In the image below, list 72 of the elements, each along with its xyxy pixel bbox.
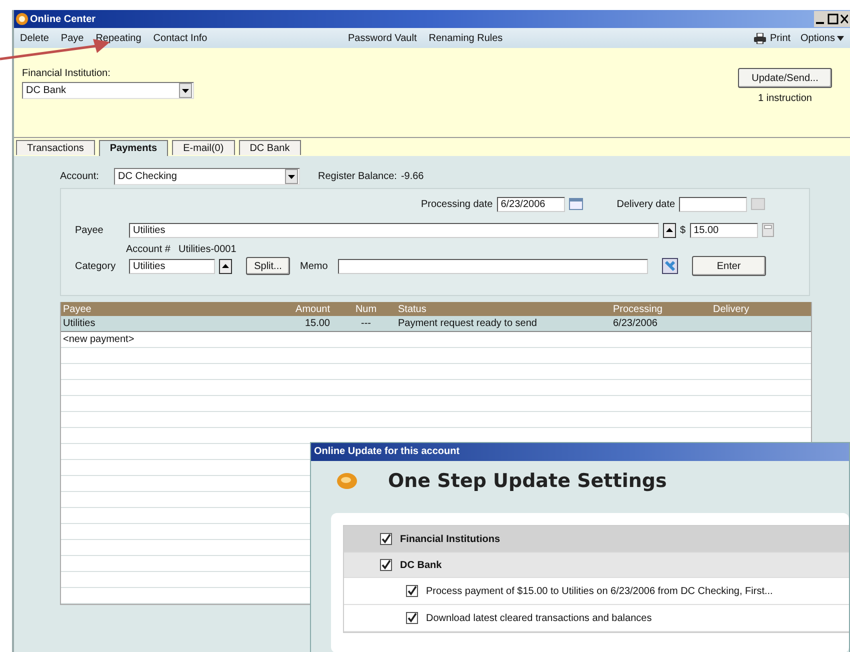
printer-icon xyxy=(754,32,766,44)
tab[interactable]: Payments xyxy=(98,140,168,156)
field-label: Financial Institution: xyxy=(22,68,112,79)
field-label: Payee xyxy=(75,224,104,236)
menu-item[interactable]: Contact Info xyxy=(153,32,208,44)
table-cell-text: 6/23/2006 xyxy=(612,318,658,329)
checkbox[interactable] xyxy=(406,612,418,624)
table-cell-text: --- xyxy=(360,318,372,329)
options-menu[interactable]: Options xyxy=(800,32,835,44)
table-cell-text: 15.00 xyxy=(304,318,331,329)
table-cell-text: Payment request ready to send xyxy=(397,318,538,329)
checkbox[interactable] xyxy=(406,585,418,597)
app-logo-icon xyxy=(16,13,28,25)
currency-symbol: $ xyxy=(680,224,686,236)
window-title: Online Center xyxy=(30,14,96,24)
amount-field[interactable]: 15.00 xyxy=(690,222,758,238)
tree-item-label: Download latest cleared transactions and balances xyxy=(426,612,652,624)
caret-icon xyxy=(837,36,844,40)
payee-field[interactable]: Utilities xyxy=(129,222,659,238)
menu-item[interactable]: Password Vault xyxy=(348,32,417,44)
table-row[interactable]: Utilities 15.00 --- Payment request ready to send 6/23/2006 xyxy=(61,316,811,332)
coin-icon xyxy=(336,472,358,490)
field-label: Processing date xyxy=(421,198,493,210)
instruction-count: 1 instruction xyxy=(758,93,812,104)
tab[interactable]: DC Bank xyxy=(238,140,301,155)
print-button[interactable]: Print xyxy=(770,32,791,44)
field-label: Account: xyxy=(60,170,100,182)
menu-item[interactable]: Renaming Rules xyxy=(428,32,503,44)
table-cell-text: <new payment> xyxy=(62,334,136,345)
menu-item[interactable]: Repeating xyxy=(96,32,142,44)
close-icon xyxy=(840,13,848,25)
tab[interactable]: Transactions xyxy=(16,140,95,155)
table-cell-text: Utilities xyxy=(62,318,96,329)
dialog-heading: One Step Update Settings xyxy=(388,470,667,492)
enter-button[interactable]: Enter xyxy=(692,256,766,276)
field-label: Register Balance: xyxy=(318,170,397,182)
category-field[interactable]: Utilities xyxy=(129,258,215,274)
table-row[interactable]: <new payment> xyxy=(61,332,811,348)
field-label: Category xyxy=(75,260,117,272)
tree-item-label: Financial Institutions xyxy=(400,534,500,544)
column-header[interactable]: Delivery xyxy=(711,304,809,314)
tab[interactable]: E-mail(0) xyxy=(172,140,235,155)
date-field[interactable]: 6/23/2006 xyxy=(496,196,565,212)
checkbox[interactable] xyxy=(380,533,392,545)
account-number: Utilities-0001 xyxy=(178,244,236,254)
memo-field[interactable] xyxy=(338,258,648,274)
balance-value: -9.66 xyxy=(400,170,424,182)
calendar-icon xyxy=(568,198,583,210)
minimize-icon xyxy=(816,22,824,24)
menu-item[interactable]: Delete xyxy=(20,32,49,44)
tree-item-label: DC Bank xyxy=(400,560,442,570)
date-field[interactable] xyxy=(679,196,748,212)
column-header[interactable]: Payee xyxy=(61,304,276,314)
memo-icon xyxy=(662,258,678,274)
column-header[interactable]: Num xyxy=(336,304,396,314)
column-header[interactable]: Amount xyxy=(276,304,336,314)
calculator-icon xyxy=(762,223,774,237)
calendar-icon xyxy=(751,198,766,210)
field-label: Delivery date xyxy=(616,198,676,210)
split-button[interactable]: Split... xyxy=(246,257,290,275)
column-header[interactable]: Processing xyxy=(611,304,711,314)
dialog-title: Online Update for this account xyxy=(311,443,849,461)
maximize-icon xyxy=(827,13,839,25)
account-dropdown[interactable]: DC Checking xyxy=(114,168,300,184)
institution-dropdown[interactable]: DC Bank xyxy=(22,82,194,99)
tree-item-label: Process payment of $15.00 to Utilities on 6/23/2006 from DC Checking, First... xyxy=(426,586,773,596)
field-label: Account # xyxy=(126,244,170,254)
checkbox[interactable] xyxy=(380,559,392,571)
menu-item[interactable]: Paye xyxy=(60,32,84,44)
update-send-button[interactable]: Update/Send... xyxy=(738,68,832,88)
field-label: Memo xyxy=(300,260,328,272)
column-header[interactable]: Status xyxy=(396,304,611,314)
